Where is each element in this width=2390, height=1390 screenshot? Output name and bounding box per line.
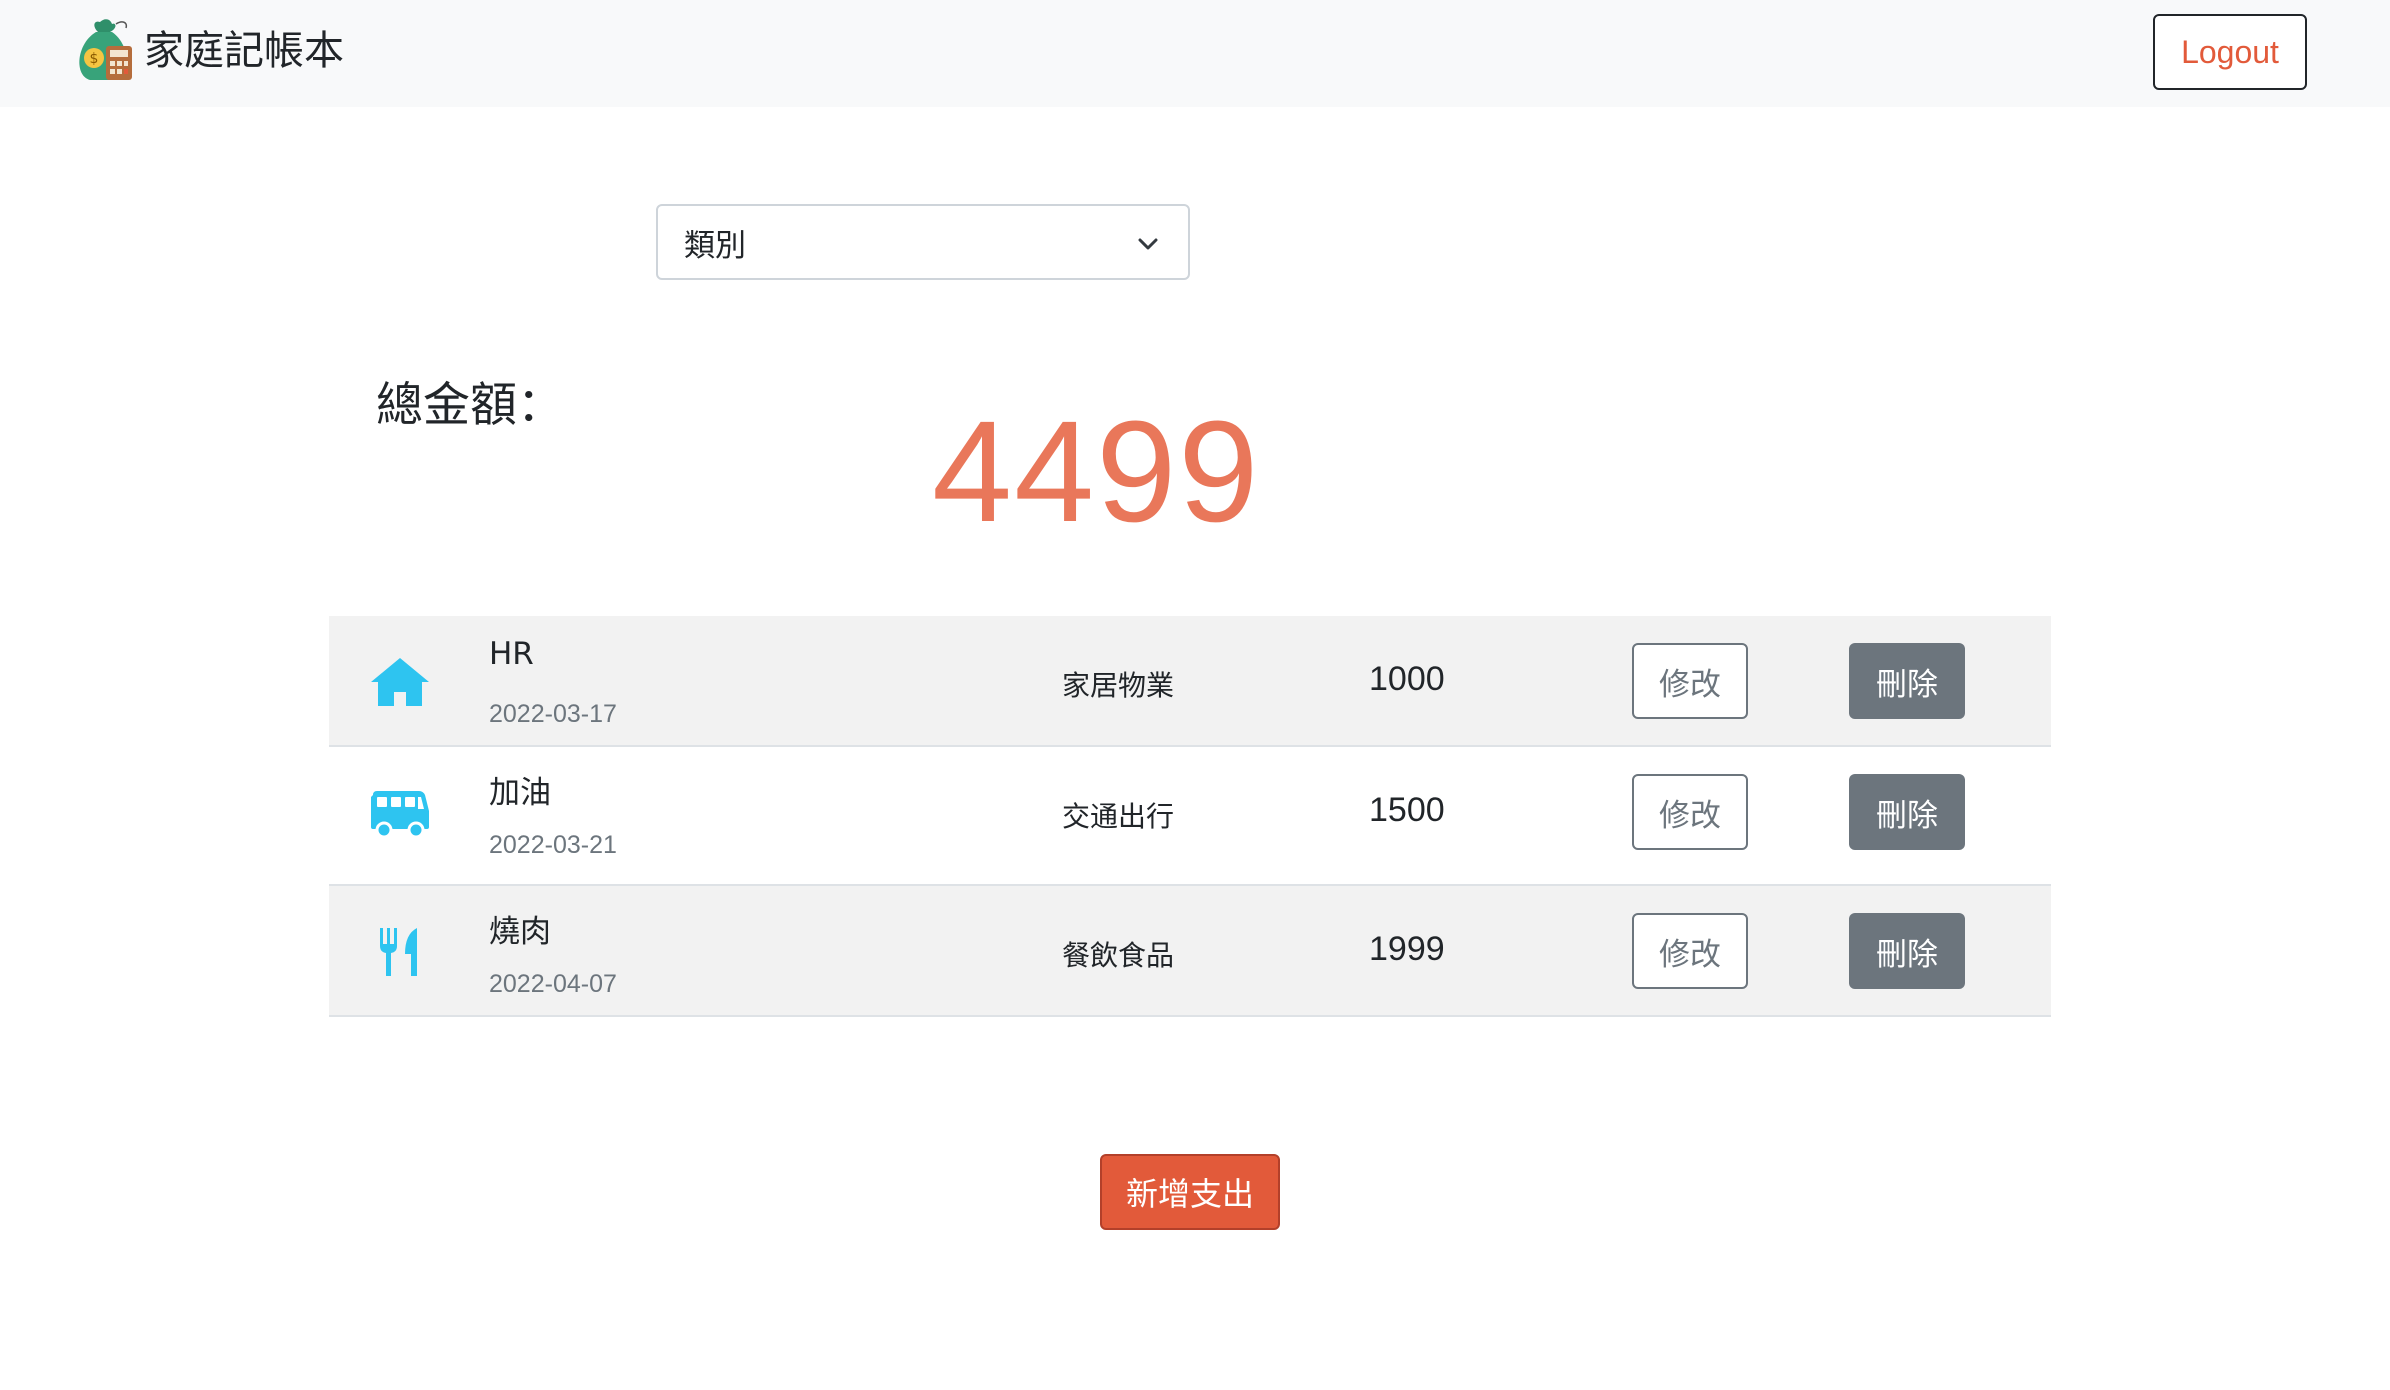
category-select[interactable]: 類別: [656, 204, 1190, 280]
total-label: 總金額：: [376, 378, 564, 433]
money-bag-calculator-icon: $: [79, 19, 132, 80]
table-row: HR 2022-03-17 家居物業 1000 修改 刪除: [329, 616, 2051, 747]
delete-button[interactable]: 刪除: [1849, 643, 1965, 719]
expense-category: 家居物業: [1062, 669, 1175, 702]
table-row: 加油 2022-03-21 交通出行 1500 修改 刪除: [329, 747, 2051, 886]
logout-button[interactable]: Logout: [2153, 14, 2307, 90]
table-row: 燒肉 2022-04-07 餐飲食品 1999 修改 刪除: [329, 886, 2051, 1017]
expense-name: 燒肉: [489, 914, 551, 950]
expense-amount: 1999: [1369, 930, 1445, 968]
brand[interactable]: $ 家庭記帳本: [72, 18, 344, 84]
delete-button[interactable]: 刪除: [1849, 913, 1965, 989]
app-title: 家庭記帳本: [144, 28, 344, 74]
expense-date: 2022-04-07: [489, 970, 617, 998]
edit-button[interactable]: 修改: [1632, 643, 1748, 719]
van-icon: [371, 791, 429, 839]
navbar: $ 家庭記帳本 Logout: [0, 0, 2390, 107]
expense-table: HR 2022-03-17 家居物業 1000 修改 刪除 加油 2022-03…: [329, 616, 2051, 1017]
expense-name: 加油: [489, 775, 551, 811]
edit-button[interactable]: 修改: [1632, 913, 1748, 989]
chevron-down-icon: [1138, 238, 1158, 250]
svg-text:$: $: [90, 51, 99, 67]
expense-date: 2022-03-17: [489, 700, 617, 728]
edit-button[interactable]: 修改: [1632, 774, 1748, 850]
add-expense-button[interactable]: 新增支出: [1100, 1154, 1280, 1230]
delete-button[interactable]: 刪除: [1849, 774, 1965, 850]
category-select-value: 類別: [684, 227, 746, 264]
utensils-icon: [380, 928, 417, 976]
expense-amount: 1500: [1369, 791, 1445, 829]
expense-date: 2022-03-21: [489, 831, 617, 859]
home-icon: [371, 658, 429, 706]
expense-amount: 1000: [1369, 660, 1445, 698]
expense-name: HR: [489, 636, 534, 672]
total-amount: 4499: [932, 391, 1261, 552]
expense-category: 交通出行: [1062, 800, 1175, 833]
expense-category: 餐飲食品: [1062, 939, 1175, 972]
